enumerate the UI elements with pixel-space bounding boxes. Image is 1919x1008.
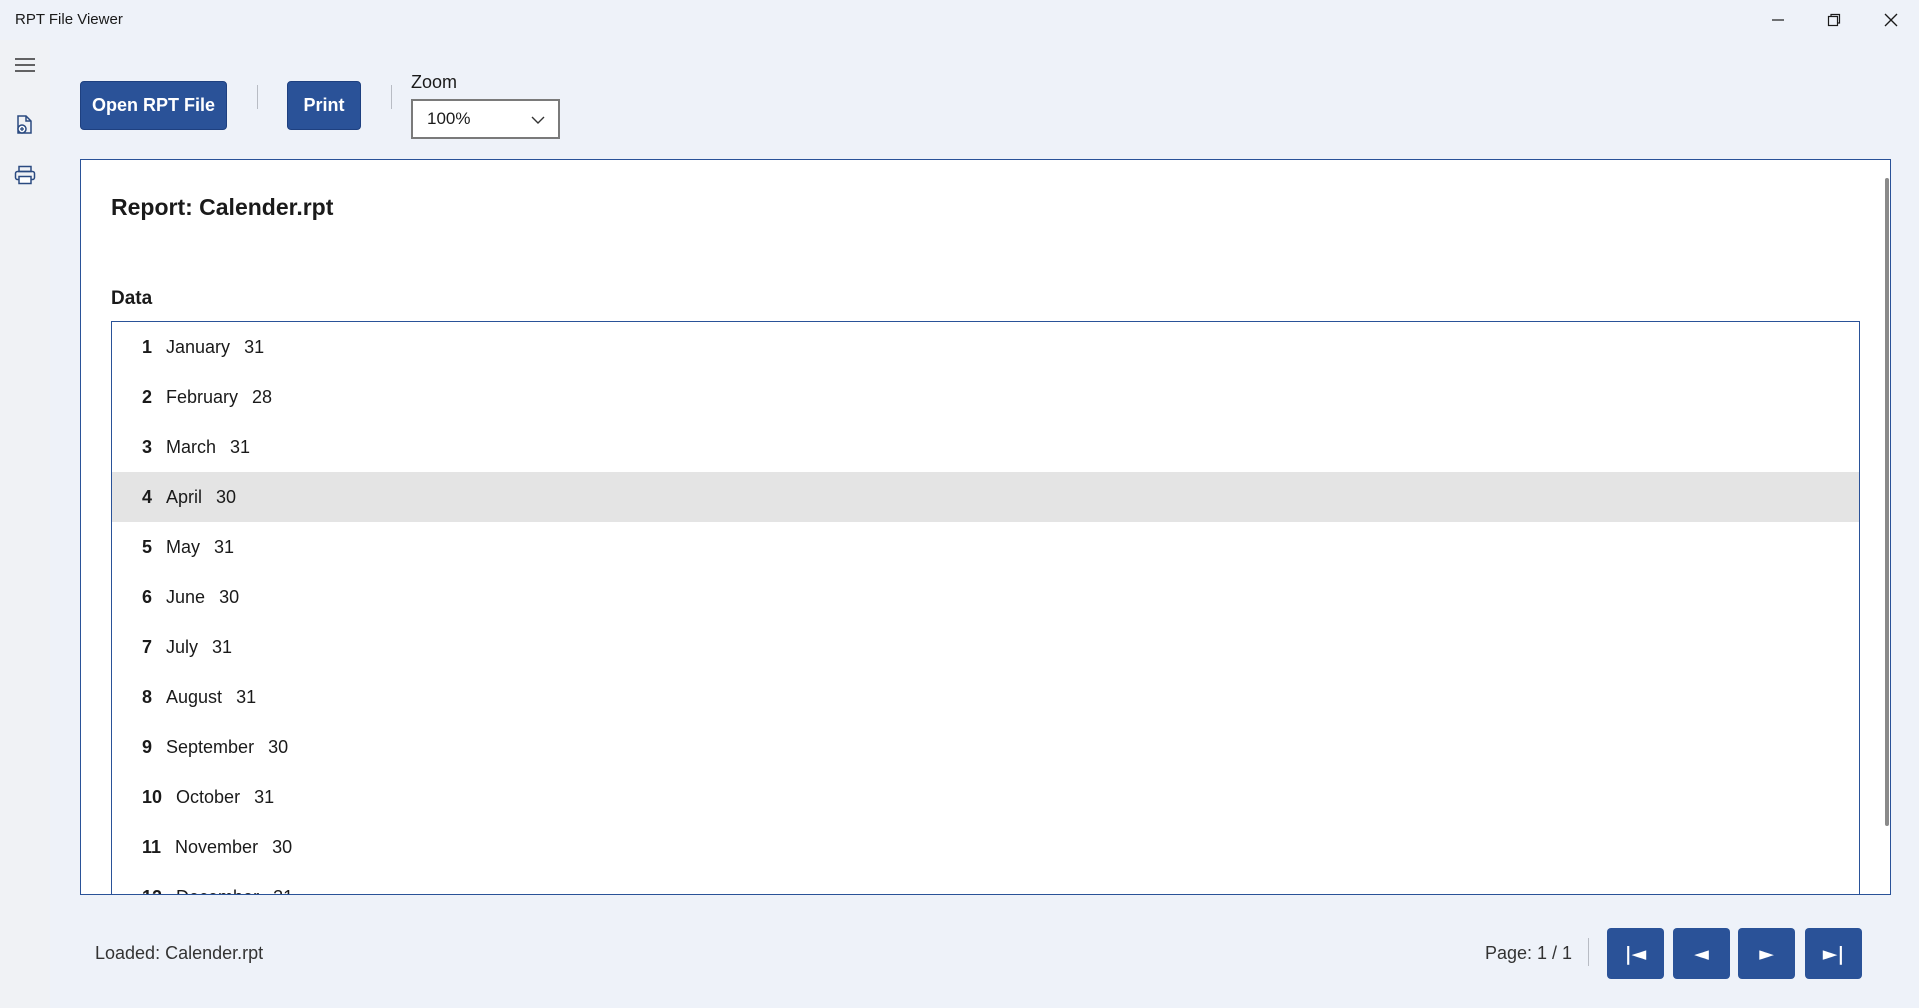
toolbar-divider — [257, 85, 258, 109]
status-text: Loaded: Calender.rpt — [95, 943, 264, 963]
first-page-button[interactable]: |◄ — [1607, 928, 1664, 979]
toolbar-divider — [391, 85, 392, 109]
row-month: May — [166, 536, 201, 557]
print-button[interactable]: Print — [287, 81, 361, 130]
restore-icon — [1827, 13, 1841, 27]
list-item[interactable]: 4 April 30 — [112, 472, 1859, 522]
last-page-button[interactable]: ►| — [1805, 928, 1862, 979]
sidebar-open-button[interactable] — [10, 110, 40, 140]
row-days: 30 — [219, 586, 240, 607]
close-icon — [1884, 13, 1898, 27]
title-bar: RPT File Viewer — [0, 0, 1919, 40]
data-list[interactable]: 1 January 31 2 February 28 3 March 31 4 April 30 5 Ma… — [111, 321, 1860, 895]
row-month: September — [166, 736, 255, 757]
window-title: RPT File Viewer — [15, 11, 123, 28]
vertical-scrollbar[interactable] — [1885, 178, 1889, 826]
sidebar-print-button[interactable] — [10, 160, 40, 190]
printer-icon — [14, 165, 36, 185]
previous-page-button[interactable]: ◄ — [1673, 928, 1730, 979]
row-month: June — [166, 586, 206, 607]
list-item[interactable]: 5 May 31 — [112, 522, 1859, 572]
open-file-icon — [17, 115, 32, 134]
list-item[interactable]: 12 December 31 — [112, 872, 1859, 895]
chevron-down-icon — [531, 116, 545, 124]
list-item[interactable]: 2 February 28 — [112, 372, 1859, 422]
row-days: 30 — [268, 736, 289, 757]
zoom-dropdown[interactable]: 100% — [411, 99, 560, 139]
row-number: 6 — [142, 586, 153, 607]
row-days: 28 — [252, 386, 273, 407]
next-page-button[interactable]: ► — [1738, 928, 1795, 979]
row-number: 5 — [142, 536, 153, 557]
list-item[interactable]: 7 July 31 — [112, 622, 1859, 672]
list-item[interactable]: 10 October 31 — [112, 772, 1859, 822]
row-number: 3 — [142, 436, 153, 457]
zoom-value: 100% — [427, 109, 471, 128]
row-days: 30 — [216, 486, 237, 507]
list-item[interactable]: 11 November 30 — [112, 822, 1859, 872]
zoom-label: Zoom — [411, 72, 458, 92]
row-days: 31 — [212, 636, 233, 657]
row-days: 31 — [230, 436, 251, 457]
list-item[interactable]: 1 January 31 — [112, 322, 1859, 372]
row-days: 30 — [272, 836, 293, 857]
row-number: 8 — [142, 686, 153, 707]
row-month: October — [176, 786, 241, 807]
row-number: 9 — [142, 736, 153, 757]
close-button[interactable] — [1863, 0, 1919, 40]
open-rpt-file-button[interactable]: Open RPT File — [80, 81, 227, 130]
sidebar — [0, 40, 50, 1008]
row-number: 11 — [142, 836, 162, 857]
footer-divider — [1588, 938, 1589, 966]
row-days: 31 — [236, 686, 257, 707]
minimize-button[interactable] — [1750, 0, 1806, 40]
row-number: 1 — [142, 336, 153, 357]
row-month: August — [166, 686, 223, 707]
hamburger-menu-icon — [15, 58, 35, 72]
row-number: 4 — [142, 486, 153, 507]
minimize-icon — [1772, 19, 1784, 21]
row-days: 31 — [244, 336, 265, 357]
list-item[interactable]: 8 August 31 — [112, 672, 1859, 722]
row-month: February — [166, 386, 239, 407]
page-info: Page: 1 / 1 — [1485, 943, 1573, 963]
restore-button[interactable] — [1806, 0, 1862, 40]
row-number: 12 — [142, 887, 162, 895]
list-item[interactable]: 6 June 30 — [112, 572, 1859, 622]
row-month: March — [166, 436, 217, 457]
row-number: 2 — [142, 386, 153, 407]
row-month: January — [166, 336, 231, 357]
row-month: July — [166, 636, 199, 657]
report-panel: Report: Calender.rpt Data 1 January 31 2 Feb… — [80, 159, 1891, 895]
row-days: 31 — [254, 786, 275, 807]
list-item[interactable]: 3 March 31 — [112, 422, 1859, 472]
row-month: April — [166, 486, 203, 507]
report-title: Report: Calender.rpt — [111, 194, 334, 220]
list-item[interactable]: 9 September 30 — [112, 722, 1859, 772]
sidebar-menu-button[interactable] — [10, 50, 40, 80]
row-days: 31 — [214, 536, 235, 557]
row-number: 7 — [142, 636, 153, 657]
row-month: December — [176, 887, 259, 895]
row-month: November — [175, 836, 259, 857]
data-heading: Data — [111, 288, 153, 309]
row-days: 31 — [273, 887, 293, 895]
row-number: 10 — [142, 786, 163, 807]
